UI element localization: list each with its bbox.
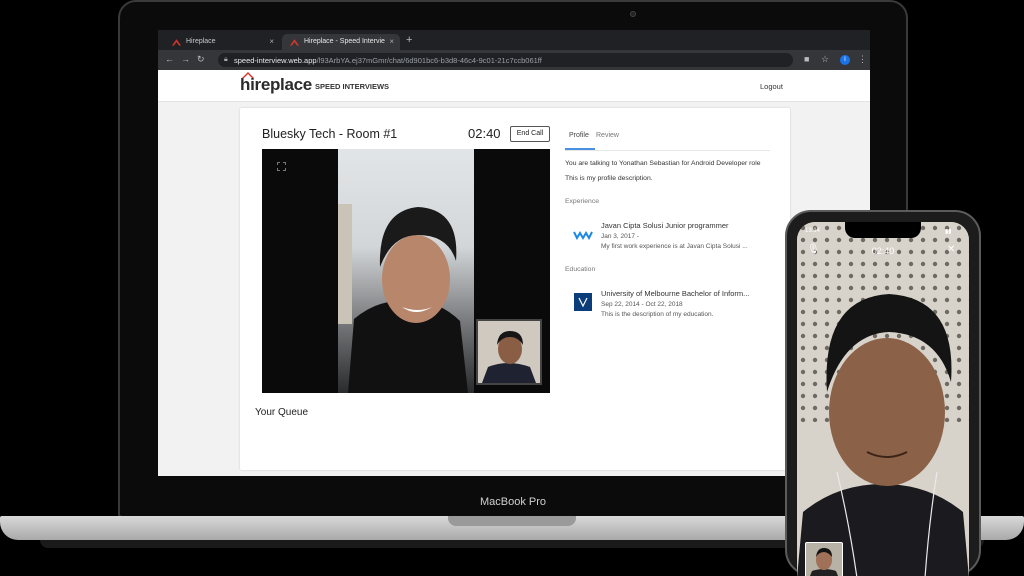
tab-divider <box>565 150 770 151</box>
fullscreen-icon[interactable] <box>277 162 286 171</box>
tab-review[interactable]: Review <box>596 132 619 139</box>
phone-device: 13:14 ▮▮ 🎙︎ 02:40 ✕ <box>785 210 981 576</box>
phone-video-background <box>797 222 969 576</box>
address-host: speed-interview.web.app <box>234 56 317 65</box>
active-tab-indicator <box>565 148 595 150</box>
battery-icon: ▮▮ <box>945 229 952 235</box>
experience-title: Javan Cipta Solusi Junior programmer <box>601 221 729 230</box>
self-video-thumbnail[interactable] <box>476 319 542 385</box>
address-path: /l93ArbYA.ej37mGmr/chat/6d901bc6-b3d8-46… <box>316 56 542 65</box>
queue-title: Your Queue <box>255 407 309 418</box>
reload-icon[interactable]: ↻ <box>197 54 205 65</box>
phone-clock: 13:14 <box>805 228 821 234</box>
logo-mark-icon <box>242 72 254 78</box>
close-icon[interactable]: × <box>269 37 274 46</box>
menu-dots-icon[interactable]: ⋮ <box>858 54 867 65</box>
experience-heading: Experience <box>565 198 600 205</box>
forward-arrow-icon[interactable]: → <box>181 54 190 64</box>
room-title: Bluesky Tech - Room #1 <box>262 127 398 141</box>
phone-notch <box>845 222 921 238</box>
close-icon[interactable]: × <box>389 37 394 46</box>
lock-icon: 🔒︎ <box>224 56 228 63</box>
phone-screen: 13:14 ▮▮ 🎙︎ 02:40 ✕ <box>797 222 969 576</box>
profile-avatar[interactable]: I <box>840 55 850 65</box>
education-title: University of Melbourne Bachelor of Info… <box>601 289 750 298</box>
hireplace-logo-icon <box>172 39 181 46</box>
device-mockup-scene: Hireplace × Hireplace - Speed Intervie ×… <box>0 0 1024 576</box>
webcam <box>630 11 636 17</box>
tab-bar: Hireplace × Hireplace - Speed Intervie ×… <box>158 30 870 50</box>
education-description: This is the description of my education. <box>601 311 714 318</box>
talking-to-text: You are talking to Yonathan Sebastian fo… <box>565 160 761 167</box>
company-logo-icon <box>573 231 593 241</box>
laptop-brand-label: MacBook Pro <box>479 496 547 508</box>
camera-icon[interactable]: ■ <box>804 54 809 64</box>
browser-window: Hireplace × Hireplace - Speed Intervie ×… <box>158 30 870 476</box>
remote-person-image <box>338 204 468 393</box>
tab-hireplace[interactable]: Hireplace × <box>164 34 280 50</box>
education-date: Sep 22, 2014 - Oct 22, 2018 <box>601 301 683 308</box>
interview-card: Bluesky Tech - Room #1 02:40 End Call Yo… <box>240 108 790 470</box>
star-icon[interactable]: ☆ <box>821 54 829 65</box>
tab-profile[interactable]: Profile <box>569 132 589 139</box>
new-tab-button[interactable]: + <box>406 34 412 46</box>
app-header: hireplace SPEED INTERVIEWS Logout <box>158 70 870 102</box>
profile-description: This is my profile description. <box>565 175 653 182</box>
education-heading: Education <box>565 266 596 273</box>
end-call-button[interactable]: End Call <box>510 126 550 142</box>
phone-self-person-image <box>810 548 838 576</box>
address-bar[interactable]: 🔒︎ speed-interview.web.app/l93ArbYA.ej37… <box>218 53 793 67</box>
logout-link[interactable]: Logout <box>760 82 783 91</box>
close-icon[interactable]: ✕ <box>947 244 955 255</box>
back-arrow-icon[interactable]: ← <box>165 54 174 64</box>
microphone-icon[interactable]: 🎙︎ <box>807 244 820 255</box>
remote-video <box>338 149 474 393</box>
hireplace-logo[interactable]: hireplace <box>240 72 312 95</box>
hireplace-logo-icon <box>290 39 299 46</box>
phone-self-view[interactable] <box>805 542 843 576</box>
university-crest-icon <box>574 293 592 311</box>
phone-call-timer: 02:40 <box>871 246 895 256</box>
browser-toolbar: ← → ↻ 🔒︎ speed-interview.web.app/l93ArbY… <box>158 50 870 70</box>
self-person-image <box>482 331 536 383</box>
tab-title: Hireplace - Speed Intervie <box>304 38 385 45</box>
nav-speed-interviews[interactable]: SPEED INTERVIEWS <box>315 82 389 91</box>
experience-description: My first work experience is at Javan Cip… <box>601 243 748 250</box>
laptop-base-notch <box>448 516 576 526</box>
experience-date: Jan 3, 2017 - <box>601 233 639 240</box>
tab-title: Hireplace <box>186 38 216 45</box>
tab-speed-interview[interactable]: Hireplace - Speed Intervie × <box>282 34 400 50</box>
call-timer: 02:40 <box>468 126 501 141</box>
video-call-area <box>262 149 550 393</box>
